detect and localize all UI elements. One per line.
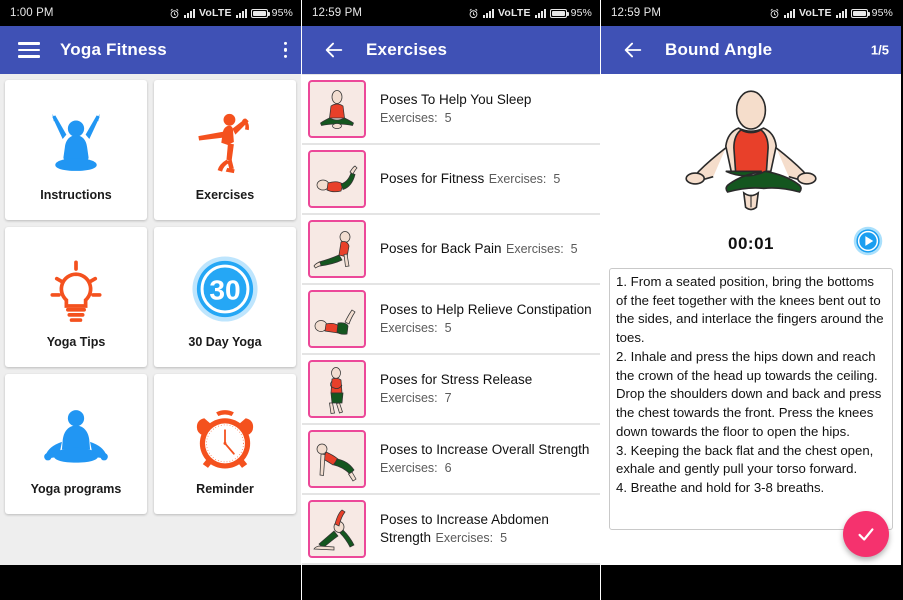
list-item-count: Exercises: 5	[506, 242, 578, 256]
bound-angle-pose-illustration	[609, 74, 893, 224]
list-item-count: Exercises: 6	[380, 461, 452, 475]
pose-instructions: 1. From a seated position, bring the bot…	[609, 268, 893, 530]
tile-label: Exercises	[195, 188, 255, 202]
panel-home: 1:00 PM VoLTE 95% Yoga Fitness Instructi…	[0, 0, 301, 600]
three-panel-screenshot: 1:00 PM VoLTE 95% Yoga Fitness Instructi…	[0, 0, 903, 600]
signal-bars-icon	[783, 8, 795, 18]
list-item-title: Poses To Help You Sleep	[380, 92, 532, 107]
status-time: 12:59 PM	[312, 7, 363, 19]
checkmark-icon	[858, 528, 874, 541]
tile-reminder[interactable]: Reminder	[154, 374, 296, 514]
alarm-clock-icon	[770, 8, 779, 18]
page-title: Exercises	[366, 40, 448, 59]
alarm-clock-icon	[469, 8, 478, 18]
app-bar-pose: Bound Angle 1/5	[601, 26, 901, 74]
status-time: 12:59 PM	[611, 7, 662, 19]
supine-leg-raise-pose-thumb	[308, 150, 366, 208]
seated-lotus-pose-thumb	[308, 80, 366, 138]
tile-30-day-yoga[interactable]: 30 30 Day Yoga	[154, 227, 296, 367]
overflow-menu-icon[interactable]	[283, 41, 287, 59]
home-grid-container: Instructions Exercises Yoga Tips 30 30 D…	[0, 74, 301, 565]
list-item-count: Exercises: 5	[435, 531, 508, 545]
signal-bars-icon-2	[534, 8, 546, 18]
status-bar: 1:00 PM VoLTE 95%	[0, 0, 301, 26]
tile-label: Instructions	[40, 188, 112, 202]
page-title: Bound Angle	[665, 40, 773, 59]
tile-instructions[interactable]: Instructions	[5, 80, 147, 220]
system-nav-bar	[601, 565, 901, 600]
list-item[interactable]: Poses for Stress Release Exercises: 7	[302, 355, 600, 423]
list-item[interactable]: Poses for Fitness Exercises: 5	[302, 145, 600, 213]
plank-pose-thumb	[308, 430, 366, 488]
list-item[interactable]: Poses to Increase Overall Strength Exerc…	[302, 425, 600, 493]
standing-twist-pose-thumb	[308, 360, 366, 418]
hamburger-menu-icon[interactable]	[18, 42, 40, 58]
alarm-clock-icon	[170, 8, 179, 18]
signal-bars-icon	[482, 8, 494, 18]
cobra-pose-thumb	[308, 220, 366, 278]
system-nav-bar	[302, 565, 600, 600]
list-item-title: Poses for Back Pain	[380, 241, 502, 256]
list-item-title: Poses to Increase Overall Strength	[380, 442, 590, 457]
list-item-count: Exercises: 5	[380, 111, 452, 125]
list-item-count: Exercises: 5	[488, 172, 561, 186]
signal-bars-icon	[183, 8, 195, 18]
pose-counter: 1/5	[870, 42, 889, 58]
confirm-fab-button[interactable]	[843, 511, 889, 557]
back-arrow-icon[interactable]	[621, 38, 645, 62]
tile-yoga-tips[interactable]: Yoga Tips	[5, 227, 147, 367]
panel-pose-detail: 12:59 PM VoLTE 95% Bound Angle 1/5 00:01…	[601, 0, 901, 600]
signal-bars-icon-2	[835, 8, 847, 18]
list-item-title: Poses to Help Relieve Constipation	[380, 302, 592, 317]
yoga-dancer-pose-icon	[188, 98, 262, 186]
page-title: Yoga Fitness	[60, 40, 167, 59]
tile-exercises[interactable]: Exercises	[154, 80, 296, 220]
system-nav-bar	[0, 565, 301, 600]
list-item[interactable]: Poses for Back Pain Exercises: 5	[302, 215, 600, 283]
signal-bars-icon-2	[235, 8, 247, 18]
countdown-timer: 00:01	[728, 234, 774, 253]
pose-detail-body: 00:01 1. From a seated position, bring t…	[601, 74, 901, 565]
yoga-arms-up-icon	[39, 98, 113, 186]
app-bar-exercises: Exercises	[302, 26, 600, 74]
alarm-clock-icon	[188, 392, 262, 480]
status-bar: 12:59 PM VoLTE 95%	[302, 0, 600, 26]
timer-row: 00:01	[609, 224, 893, 264]
list-item-title: Poses for Stress Release	[380, 372, 533, 387]
tile-label: 30 Day Yoga	[188, 335, 262, 349]
list-item-count: Exercises: 5	[380, 321, 452, 335]
exercise-list[interactable]: Poses To Help You Sleep Exercises: 5 Pos…	[302, 74, 600, 565]
lightbulb-icon	[39, 245, 113, 333]
list-item-title: Poses for Fitness	[380, 171, 485, 186]
tile-label: Yoga programs	[30, 482, 122, 496]
tile-label: Reminder	[196, 482, 254, 496]
battery-icon	[850, 8, 870, 18]
battery-icon	[250, 8, 270, 18]
panel-exercises-list: 12:59 PM VoLTE 95% Exercises Poses To He…	[301, 0, 601, 600]
list-item[interactable]: Poses To Help You Sleep Exercises: 5	[302, 75, 600, 143]
list-item[interactable]: Poses to Help Relieve Constipation Exerc…	[302, 285, 600, 353]
back-arrow-icon[interactable]	[322, 38, 346, 62]
network-label: VoLTE	[497, 7, 531, 19]
lotus-meditation-icon	[39, 392, 113, 480]
tile-label: Yoga Tips	[46, 335, 106, 349]
battery-icon	[549, 8, 569, 18]
tile-yoga-programs[interactable]: Yoga programs	[5, 374, 147, 514]
knee-to-chest-pose-thumb	[308, 290, 366, 348]
battery-percent: 95%	[271, 7, 293, 19]
network-label: VoLTE	[198, 7, 232, 19]
battery-percent: 95%	[871, 7, 893, 19]
app-bar-home: Yoga Fitness	[0, 26, 301, 74]
badge-number: 30	[209, 274, 240, 305]
status-bar: 12:59 PM VoLTE 95%	[601, 0, 901, 26]
network-label: VoLTE	[798, 7, 832, 19]
play-button-icon[interactable]	[853, 226, 883, 261]
list-item-count: Exercises: 7	[380, 391, 452, 405]
thirty-day-badge-icon: 30	[188, 245, 262, 333]
list-item[interactable]: Poses to Increase Abdomen Strength Exerc…	[302, 495, 600, 563]
side-stretch-pose-thumb	[308, 500, 366, 558]
status-time: 1:00 PM	[10, 7, 54, 19]
battery-percent: 95%	[570, 7, 592, 19]
